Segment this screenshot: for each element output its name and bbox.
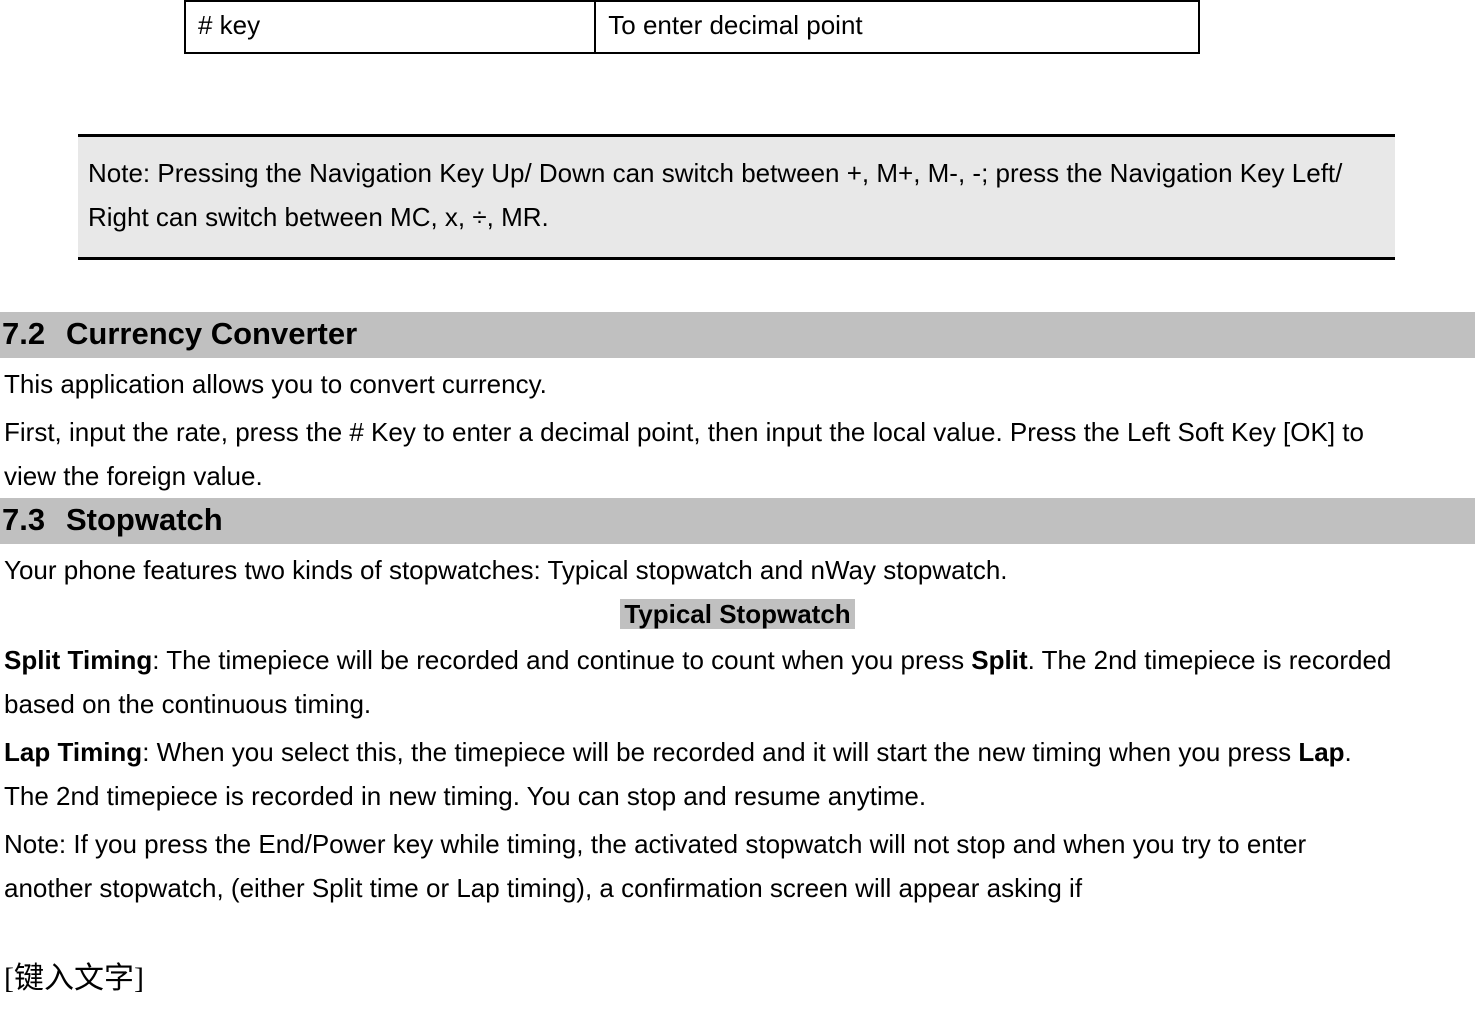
cell-key: # key bbox=[185, 1, 595, 53]
label-split: Split bbox=[971, 645, 1027, 675]
cell-desc: To enter decimal point bbox=[595, 1, 1199, 53]
text: : When you select this, the timepiece wi… bbox=[142, 737, 1298, 767]
paragraph: Your phone features two kinds of stopwat… bbox=[0, 544, 1475, 592]
document-page: # key To enter decimal point Note: Press… bbox=[0, 0, 1475, 1019]
paragraph: This application allows you to convert c… bbox=[0, 358, 1475, 406]
key-table: # key To enter decimal point bbox=[184, 0, 1200, 54]
paragraph-lap-timing: Lap Timing: When you select this, the ti… bbox=[0, 726, 1475, 818]
table-row: # key To enter decimal point bbox=[185, 1, 1199, 53]
heading-number: 7.3 bbox=[0, 500, 66, 540]
paragraph-split-timing: Split Timing: The timepiece will be reco… bbox=[0, 634, 1475, 726]
footer-placeholder: [键入文字] bbox=[4, 953, 144, 997]
paragraph: First, input the rate, press the # Key t… bbox=[0, 406, 1475, 498]
heading-title: Currency Converter bbox=[66, 314, 357, 354]
paragraph-note: Note: If you press the End/Power key whi… bbox=[0, 818, 1475, 910]
text: : The timepiece will be recorded and con… bbox=[152, 645, 971, 675]
subheading-label: Typical Stopwatch bbox=[620, 599, 854, 629]
heading-title: Stopwatch bbox=[66, 500, 223, 540]
note-box: Note: Pressing the Navigation Key Up/ Do… bbox=[78, 134, 1395, 260]
heading-stopwatch: 7.3 Stopwatch bbox=[0, 498, 1475, 544]
label-lap: Lap bbox=[1298, 737, 1344, 767]
heading-currency-converter: 7.2 Currency Converter bbox=[0, 312, 1475, 358]
label-split-timing: Split Timing bbox=[4, 645, 152, 675]
subheading-typical-stopwatch: Typical Stopwatch bbox=[0, 594, 1475, 634]
label-lap-timing: Lap Timing bbox=[4, 737, 142, 767]
heading-number: 7.2 bbox=[0, 314, 66, 354]
